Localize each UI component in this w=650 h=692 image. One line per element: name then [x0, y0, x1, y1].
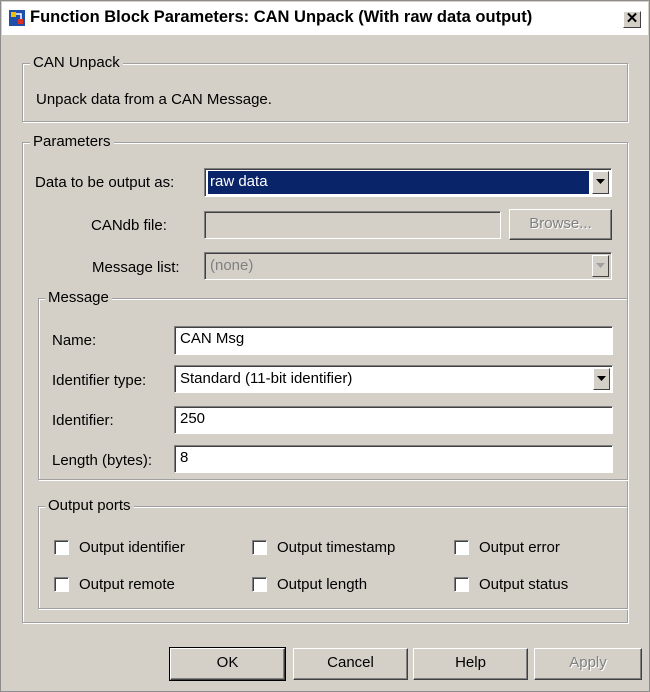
identifier-type-value: Standard (11-bit identifier)	[180, 370, 353, 387]
name-field[interactable]: CAN Msg	[174, 326, 613, 355]
browse-button[interactable]: Browse...	[509, 209, 612, 240]
apply-button[interactable]: Apply	[534, 648, 642, 680]
window-title: Function Block Parameters: CAN Unpack (W…	[30, 8, 533, 26]
output-as-dropdown-button[interactable]	[592, 171, 609, 194]
ok-button[interactable]: OK	[169, 647, 286, 681]
output-error-checkbox[interactable]	[454, 540, 469, 555]
output-identifier-checkbox[interactable]	[54, 540, 69, 555]
output-timestamp-checkbox[interactable]	[252, 540, 267, 555]
message-list-dropdown-button[interactable]	[592, 255, 609, 277]
chevron-down-icon	[596, 179, 605, 184]
output-as-dropdown[interactable]: raw data	[204, 168, 612, 197]
help-button[interactable]: Help	[413, 648, 528, 680]
output-as-label: Data to be output as:	[35, 174, 175, 191]
name-label: Name:	[52, 332, 97, 349]
message-list-label: Message list:	[92, 259, 180, 276]
output-timestamp-label: Output timestamp	[277, 539, 396, 556]
description-group: CAN Unpack Unpack data from a CAN Messag…	[22, 54, 628, 122]
candb-file-field[interactable]	[204, 211, 501, 239]
identifier-label: Identifier:	[52, 412, 114, 429]
output-ports-group-legend: Output ports	[45, 497, 134, 515]
output-length-checkbox[interactable]	[252, 577, 267, 592]
message-list-value: (none)	[210, 257, 254, 274]
block-description: Unpack data from a CAN Message.	[36, 91, 272, 108]
message-group-legend: Message	[45, 289, 112, 307]
output-length-label: Output length	[277, 576, 368, 593]
identifier-field[interactable]: 250	[174, 406, 613, 434]
length-label: Length (bytes):	[52, 452, 153, 469]
description-group-legend: CAN Unpack	[30, 54, 123, 72]
simulink-block-icon	[9, 10, 25, 26]
close-icon: ✕	[625, 10, 639, 27]
length-field[interactable]: 8	[174, 445, 613, 473]
chevron-down-icon	[597, 376, 606, 381]
output-status-checkbox[interactable]	[454, 577, 469, 592]
output-remote-label: Output remote	[79, 576, 175, 593]
output-remote-checkbox[interactable]	[54, 577, 69, 592]
output-as-value: raw data	[208, 171, 589, 194]
chevron-down-icon	[596, 263, 605, 268]
title-bar[interactable]: Function Block Parameters: CAN Unpack (W…	[2, 2, 648, 35]
output-identifier-label: Output identifier	[79, 539, 185, 556]
output-ports-group: Output ports Output identifier Output ti…	[38, 497, 628, 609]
parameters-dialog: Function Block Parameters: CAN Unpack (W…	[0, 0, 650, 692]
identifier-type-label: Identifier type:	[52, 372, 147, 389]
message-list-dropdown[interactable]: (none)	[204, 252, 612, 280]
message-group: Message Name: CAN Msg Identifier type: S…	[38, 289, 628, 480]
candb-file-label: CANdb file:	[91, 217, 167, 234]
output-status-label: Output status	[479, 576, 569, 593]
close-button[interactable]: ✕	[623, 11, 641, 28]
cancel-button[interactable]: Cancel	[293, 648, 408, 680]
output-error-label: Output error	[479, 539, 560, 556]
identifier-type-dropdown[interactable]: Standard (11-bit identifier)	[174, 365, 613, 393]
identifier-type-dropdown-button[interactable]	[593, 368, 610, 390]
parameters-group-legend: Parameters	[30, 133, 114, 151]
